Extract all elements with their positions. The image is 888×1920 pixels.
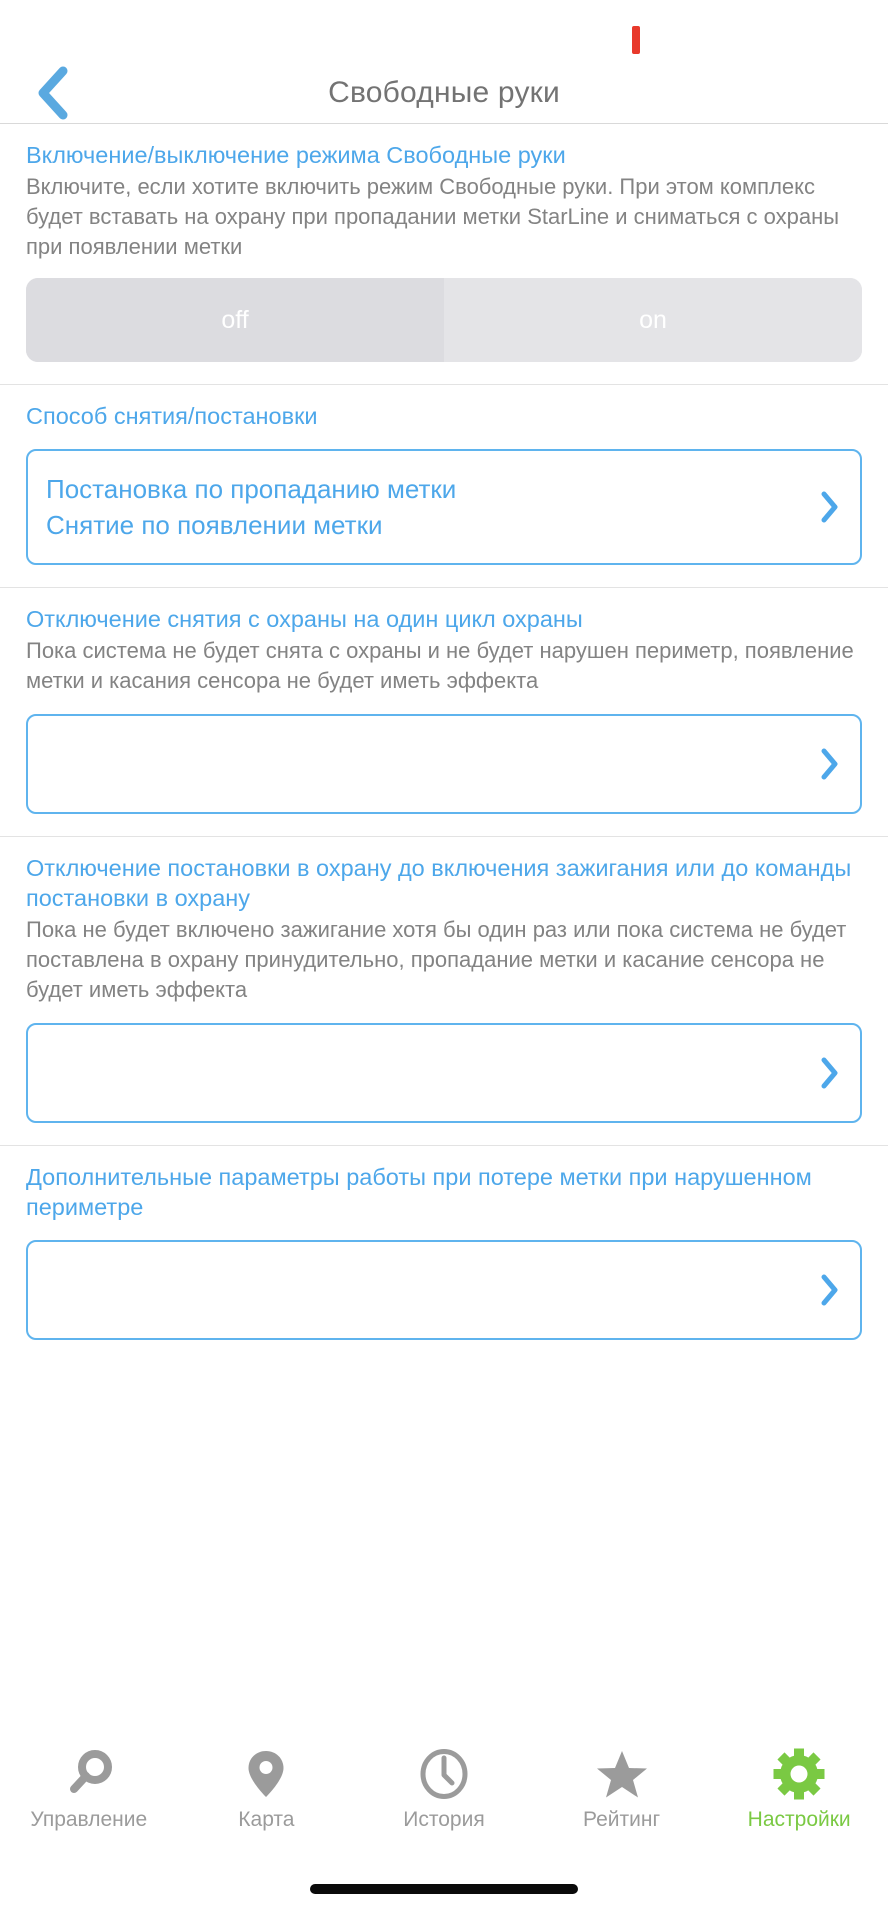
- chevron-right-icon: [818, 490, 842, 524]
- navigation-bar: Свободные руки: [0, 62, 888, 124]
- status-bar: [0, 0, 888, 62]
- disable-disarm-one-cycle-card[interactable]: [26, 714, 862, 814]
- chevron-left-icon: [34, 66, 70, 120]
- chevron-right-icon: [818, 1056, 842, 1090]
- section-title: Отключение постановки в охрану до включе…: [26, 855, 852, 911]
- section-extra-params-tag-lost: Дополнительные параметры работы при поте…: [0, 1146, 888, 1362]
- tab-karta[interactable]: Карта: [178, 1748, 356, 1832]
- status-indicator-icon: [632, 26, 640, 54]
- gear-icon: [773, 1748, 825, 1800]
- section-disable-arm-until-ignition: Отключение постановки в охрану до включе…: [0, 837, 888, 1146]
- star-icon: [596, 1748, 648, 1800]
- section-handsfree-toggle: Включение/выключение режима Свободные ру…: [0, 124, 888, 385]
- tab-upravlenie[interactable]: Управление: [0, 1748, 178, 1832]
- back-button[interactable]: [26, 66, 78, 120]
- segment-on[interactable]: on: [444, 278, 862, 362]
- section-title: Способ снятия/постановки: [26, 403, 318, 429]
- tab-reyting[interactable]: Рейтинг: [533, 1748, 711, 1832]
- clock-icon: [419, 1748, 469, 1800]
- tab-label: Рейтинг: [583, 1808, 661, 1831]
- extra-params-tag-lost-card[interactable]: [26, 1240, 862, 1340]
- tab-nastroyki[interactable]: Настройки: [710, 1748, 888, 1832]
- home-indicator[interactable]: [310, 1884, 578, 1894]
- section-arm-disarm-method: Способ снятия/постановки Постановка по п…: [0, 385, 888, 588]
- page-title: Свободные руки: [328, 75, 560, 109]
- handsfree-segmented-control[interactable]: off on: [26, 278, 862, 362]
- section-description: Включите, если хотите включить режим Сво…: [26, 174, 840, 259]
- section-title: Дополнительные параметры работы при поте…: [26, 1164, 812, 1220]
- card-line-disarm: Снятие по появлении метки: [46, 510, 383, 540]
- tab-label: Настройки: [747, 1808, 851, 1831]
- tab-label: История: [403, 1808, 485, 1831]
- section-title: Отключение снятия с охраны на один цикл …: [26, 606, 583, 632]
- section-title: Включение/выключение режима Свободные ру…: [26, 142, 566, 168]
- tab-label: Управление: [30, 1808, 148, 1831]
- content-spacer: [0, 1548, 888, 1734]
- section-description: Пока не будет включено зажигание хотя бы…: [26, 917, 847, 1002]
- disable-arm-until-ignition-card[interactable]: [26, 1023, 862, 1123]
- key-icon: [65, 1748, 113, 1800]
- bottom-tab-bar: Управление Карта История Рейтинг Настрой…: [0, 1734, 888, 1858]
- tab-istoriya[interactable]: История: [355, 1748, 533, 1832]
- section-description: Пока система не будет снята с охраны и н…: [26, 638, 854, 693]
- arm-disarm-method-card[interactable]: Постановка по пропаданию метки Снятие по…: [26, 449, 862, 565]
- app-root: Свободные руки Включение/выключение режи…: [0, 0, 888, 1920]
- home-indicator-area: [0, 1858, 888, 1920]
- card-line-arm: Постановка по пропаданию метки: [46, 474, 457, 504]
- chevron-right-icon: [818, 1273, 842, 1307]
- tab-label: Карта: [238, 1808, 295, 1831]
- settings-list: Включение/выключение режима Свободные ру…: [0, 124, 888, 1548]
- section-disable-disarm-one-cycle: Отключение снятия с охраны на один цикл …: [0, 588, 888, 837]
- segment-off[interactable]: off: [26, 278, 444, 362]
- map-pin-icon: [246, 1748, 286, 1800]
- chevron-right-icon: [818, 747, 842, 781]
